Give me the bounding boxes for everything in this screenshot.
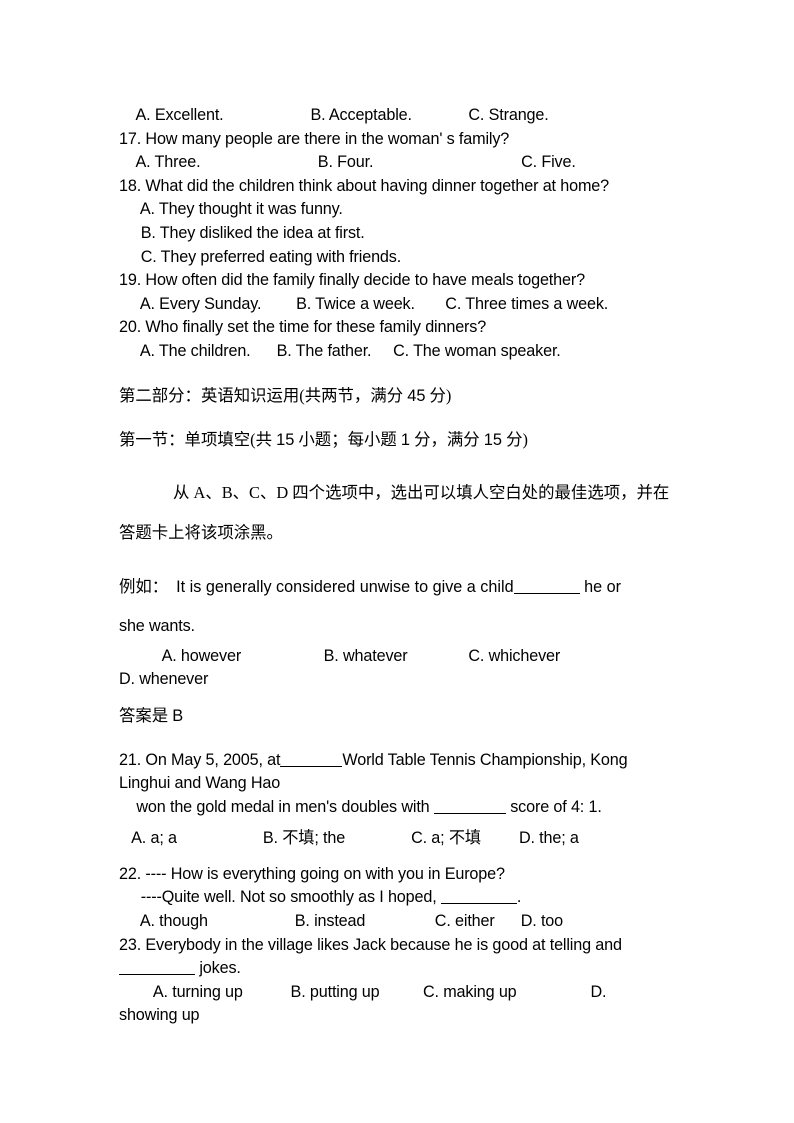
question-23-stem-line-2: jokes. <box>119 957 744 981</box>
question-23-options-wrap: showing up <box>119 1006 200 1025</box>
question-21-blank-1 <box>280 765 343 767</box>
example-answer-label: 答案是 <box>119 705 173 725</box>
question-22-stem-line-1: 22. ---- How is everything going on with… <box>119 864 505 883</box>
instruction-line-2: 答题卡上将该项涂黑。 <box>119 522 283 542</box>
question-22-blank <box>440 903 517 905</box>
question-21-option-c-prefix: C. a; <box>411 829 449 848</box>
document-body: A. Excellent. B. Acceptable. C. Strange.… <box>119 104 744 1028</box>
example-stem-text: It is generally considered unwise to giv… <box>176 577 514 596</box>
question-21-option-b-suffix: ; the <box>314 829 346 848</box>
section-one-heading: 第一节：单项填空(共 15 小题；每小题 1 分，满分 15 分) <box>119 428 744 453</box>
question-18-stem: 18. What did the children think about ha… <box>119 176 609 195</box>
question-18-option-b: B. They disliked the idea at first. <box>119 223 365 242</box>
question-21-option-c-cn: 不填 <box>448 829 481 848</box>
question-21-stem-line-3: won the gold medal in men's doubles with… <box>119 796 744 820</box>
question-21-option-d: D. the; a <box>518 829 579 848</box>
question-23-options: A. turning up B. putting up C. making up… <box>119 982 607 1001</box>
question-21-options: A. a; a B. 不填; the C. a; 不填 D. the; a <box>119 827 744 851</box>
example-stem-tail: he or <box>579 577 622 596</box>
question-20-stem: 20. Who finally set the time for these f… <box>119 318 487 337</box>
question-19-stem: 19. How often did the family finally dec… <box>119 271 585 290</box>
question-21-stem-line3-before: won the gold medal in men's doubles with <box>119 797 434 816</box>
question-21-stem-part1: 21. On May 5, 2005, at <box>119 750 281 769</box>
section-one-heading-text: 第一节：单项填空(共 <box>119 430 277 450</box>
example-options: A. however B. whatever C. whichever <box>119 646 561 665</box>
example-blank <box>513 592 580 594</box>
question-21-option-b-prefix: B. <box>262 829 283 848</box>
document-page: A. Excellent. B. Acceptable. C. Strange.… <box>0 0 794 1123</box>
question-21-option-b-cn: 不填 <box>282 829 315 848</box>
question-19-options: A. Every Sunday. B. Twice a week. C. Thr… <box>119 294 609 313</box>
question-21-stem-part2: World Table Tennis Championship, Kong <box>342 750 628 769</box>
question-22-options: A. though B. instead C. either D. too <box>119 912 563 931</box>
example-answer-value: B <box>172 706 184 725</box>
section-one-heading-text-3: 分，满分 <box>409 430 484 450</box>
question-23-stem-line-1: 23. Everybody in the village likes Jack … <box>119 935 622 954</box>
part-two-heading-suffix: 分) <box>425 385 452 405</box>
question-21-stem-line-2: Linghui and Wang Hao <box>119 774 281 793</box>
question-22-stem-line2-after: . <box>516 888 522 907</box>
section-one-points-each: 1 <box>400 431 410 450</box>
example-stem-line-2: she wants. <box>119 616 195 635</box>
question-21-blank-2 <box>433 812 506 814</box>
example-label: 例如： <box>119 576 169 596</box>
part-two-total-score: 45 <box>407 386 426 405</box>
section-one-item-count: 15 <box>276 431 295 450</box>
question-23-stem-line2-after: jokes. <box>195 959 241 978</box>
question-23-blank <box>119 974 195 976</box>
question-16-options: A. Excellent. B. Acceptable. C. Strange. <box>119 106 549 124</box>
section-one-heading-text-4: 分) <box>501 430 528 450</box>
question-21-option-a: A. a; a <box>119 829 177 848</box>
example-answer: 答案是 B <box>119 704 744 729</box>
section-one-heading-text-2: 小题；每小题 <box>294 430 401 450</box>
question-20-options: A. The children. B. The father. C. The w… <box>119 341 561 360</box>
question-22-stem-line-2: ----Quite well. Not so smoothly as I hop… <box>119 886 744 910</box>
part-two-heading: 第二部分：英语知识运用(共两节，满分 45 分) <box>119 384 744 409</box>
part-two-heading-text: 第二部分：英语知识运用(共两节，满分 <box>119 385 408 405</box>
section-one-total-score: 15 <box>483 431 502 450</box>
question-17-stem: 17. How many people are there in the wom… <box>119 129 510 148</box>
question-21-stem-line3-after: score of 4: 1. <box>505 797 602 816</box>
question-22-stem-line2-before: ----Quite well. Not so smoothly as I hop… <box>119 888 441 907</box>
question-18-option-a: A. They thought it was funny. <box>119 200 343 219</box>
question-21-stem: 21. On May 5, 2005, at World Table Tennis… <box>119 749 744 773</box>
example-option-d: D. whenever <box>119 670 209 689</box>
question-17-options: A. Three. B. Four. C. Five. <box>119 153 576 172</box>
instruction-line-1: 从 A、B、C、D 四个选项中，选出可以填人空白处的最佳选项，并在 <box>173 482 670 502</box>
question-18-option-c: C. They preferred eating with friends. <box>119 247 402 266</box>
example-stem: 例如： It is generally considered unwise to … <box>119 567 744 607</box>
